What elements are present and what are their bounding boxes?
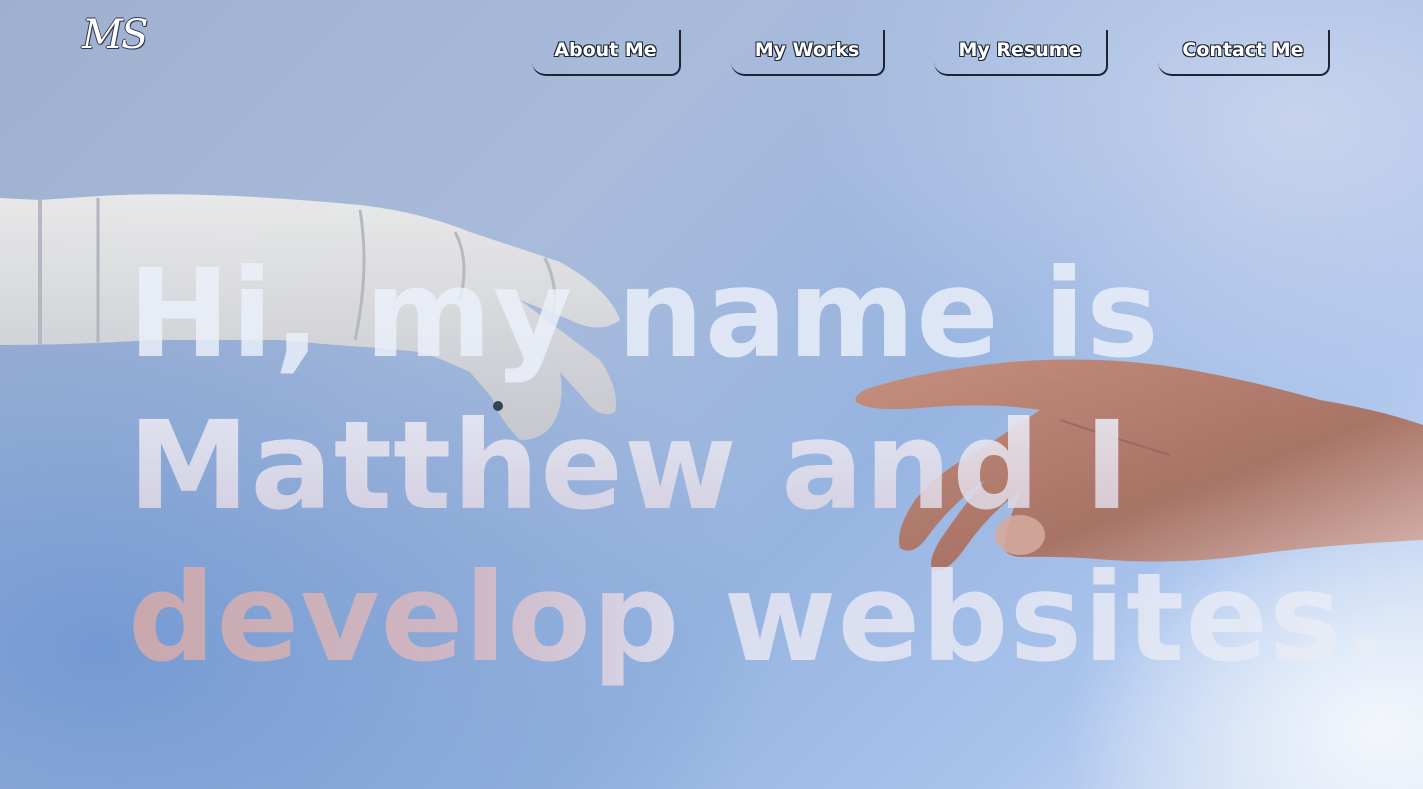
hero-line-1: Hi, my name is — [128, 243, 1160, 385]
nav-contact-me-button[interactable]: Contact Me — [1158, 30, 1330, 76]
hero-line-3: develop websites. — [128, 542, 1389, 694]
nav-my-works-button[interactable]: My Works — [731, 30, 885, 76]
hero-heading: Hi, my name is Matthew and I develop web… — [128, 238, 1389, 694]
hero-line-2: Matthew and I — [128, 390, 1388, 542]
nav-about-me-button[interactable]: About Me — [532, 30, 681, 76]
main-navigation: About Me My Works My Resume Contact Me — [0, 30, 1423, 80]
nav-my-resume-button[interactable]: My Resume — [934, 30, 1108, 76]
